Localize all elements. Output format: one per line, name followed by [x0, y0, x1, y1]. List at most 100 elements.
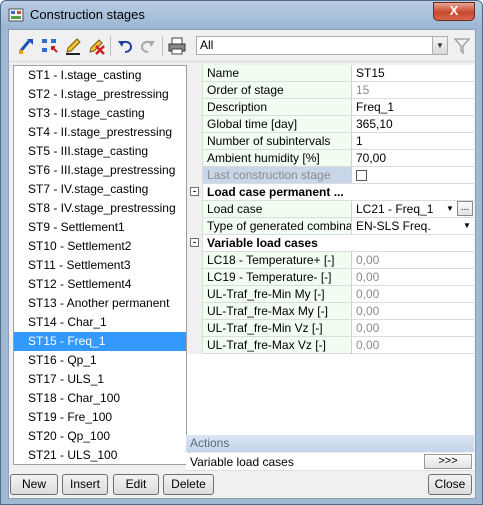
property-row-variable[interactable]: LC18 - Temperature+ [-] 0,00	[187, 252, 474, 269]
row-margin	[187, 286, 203, 303]
stage-list-item[interactable]: ST6 - III.stage_prestressing	[14, 161, 189, 180]
variable-coefficient[interactable]: 0,00	[352, 320, 474, 336]
property-row-load-case[interactable]: Load case LC21 - Freq_1 ▼ ...	[187, 201, 474, 218]
stage-list-item[interactable]: ST10 - Settlement2	[14, 237, 189, 256]
property-label: Last construction stage	[203, 167, 352, 183]
stage-list-item[interactable]: ST16 - Qp_1	[14, 351, 189, 370]
row-margin	[187, 82, 203, 99]
stage-list-item[interactable]: ST5 - III.stage_casting	[14, 142, 189, 161]
row-margin	[187, 201, 203, 218]
chevron-down-icon[interactable]: ▼	[444, 202, 456, 216]
new-button[interactable]: New	[10, 474, 58, 495]
stage-list-item[interactable]: ST18 - Char_100	[14, 389, 189, 408]
property-label: Order of stage	[203, 82, 352, 98]
delete-button[interactable]: Delete	[163, 474, 214, 495]
filter-dropdown[interactable]: All ▼	[196, 36, 448, 55]
chevron-down-icon[interactable]: ▼	[432, 37, 447, 54]
variable-coefficient[interactable]: 0,00	[352, 286, 474, 302]
property-row-subintervals[interactable]: Number of subintervals 1	[187, 133, 474, 150]
property-row-variable[interactable]: UL-Traf_fre-Max Vz [-] 0,00	[187, 337, 474, 354]
window-close-button[interactable]: X	[433, 2, 475, 21]
generated-type-dropdown[interactable]: EN-SLS Freq. ▼	[352, 218, 474, 234]
stage-list-item[interactable]: ST13 - Another permanent	[14, 294, 189, 313]
property-row-variable[interactable]: LC19 - Temperature- [-] 0,00	[187, 269, 474, 286]
filter-funnel-icon[interactable]	[453, 36, 471, 56]
last-stage-value[interactable]	[352, 167, 474, 183]
print-icon[interactable]	[167, 36, 187, 56]
property-label: Name	[203, 65, 352, 81]
variable-coefficient[interactable]: 0,00	[352, 303, 474, 319]
group-label: Load case permanent ...	[203, 184, 473, 200]
property-row-variable[interactable]: UL-Traf_fre-Min My [-] 0,00	[187, 286, 474, 303]
stage-list[interactable]: ST1 - I.stage_casting ST2 - I.stage_prest…	[13, 65, 190, 465]
property-row-last-stage[interactable]: Last construction stage	[187, 167, 474, 184]
collapse-icon[interactable]: -	[190, 238, 199, 247]
load-case-dropdown[interactable]: LC21 - Freq_1 ▼ ...	[352, 201, 474, 217]
property-row-description[interactable]: Description Freq_1	[187, 99, 474, 116]
last-stage-checkbox[interactable]	[356, 170, 367, 181]
stage-list-item[interactable]: ST7 - IV.stage_casting	[14, 180, 189, 199]
stage-list-item[interactable]: ST15 - Freq_1	[14, 332, 189, 351]
row-margin	[187, 269, 203, 286]
row-margin	[187, 65, 203, 82]
toolbar-separator	[110, 36, 111, 56]
edit-pencil-icon[interactable]	[63, 36, 83, 56]
stage-list-item[interactable]: ST4 - II.stage_prestressing	[14, 123, 189, 142]
stage-list-item[interactable]: ST20 - Qp_100	[14, 427, 189, 446]
global-time-value[interactable]: 365,10	[352, 116, 474, 132]
stage-list-item[interactable]: ST17 - ULS_1	[14, 370, 189, 389]
stage-list-item[interactable]: ST12 - Settlement4	[14, 275, 189, 294]
variable-load-cases-button[interactable]: >>>	[424, 454, 472, 469]
name-value[interactable]: ST15	[352, 65, 474, 81]
row-margin	[187, 167, 203, 184]
variable-coefficient[interactable]: 0,00	[352, 269, 474, 285]
property-row-name[interactable]: Name ST15	[187, 65, 474, 82]
select-pointer-icon[interactable]	[17, 36, 37, 56]
property-row-generated-type[interactable]: Type of generated combina... EN-SLS Freq…	[187, 218, 474, 235]
stage-list-item[interactable]: ST9 - Settlement1	[14, 218, 189, 237]
actions-row-label: Variable load cases	[190, 455, 294, 469]
row-margin: -	[187, 235, 203, 252]
group-variable-load-cases[interactable]: - Variable load cases	[187, 235, 474, 252]
property-row-global-time[interactable]: Global time [day] 365,10	[187, 116, 474, 133]
close-button[interactable]: Close	[428, 474, 472, 495]
load-case-browse-button[interactable]: ...	[457, 201, 473, 216]
delete-icon[interactable]	[86, 36, 106, 56]
chevron-down-icon[interactable]: ▼	[461, 219, 473, 233]
stage-list-item[interactable]: ST8 - IV.stage_prestressing	[14, 199, 189, 218]
stage-list-item[interactable]: ST14 - Char_1	[14, 313, 189, 332]
stage-list-item[interactable]: ST11 - Settlement3	[14, 256, 189, 275]
property-label: Number of subintervals	[203, 133, 352, 149]
property-label: LC18 - Temperature+ [-]	[203, 252, 352, 268]
humidity-value[interactable]: 70,00	[352, 150, 474, 166]
property-label: LC19 - Temperature- [-]	[203, 269, 352, 285]
insert-button[interactable]: Insert	[62, 474, 108, 495]
property-label: UL-Traf_fre-Max My [-]	[203, 303, 352, 319]
property-row-variable[interactable]: UL-Traf_fre-Min Vz [-] 0,00	[187, 320, 474, 337]
actions-row: Variable load cases >>>	[186, 453, 474, 471]
stage-list-item[interactable]: ST21 - ULS_100	[14, 446, 189, 464]
undo-icon[interactable]	[115, 36, 135, 56]
property-row-humidity[interactable]: Ambient humidity [%] 70,00	[187, 150, 474, 167]
property-row-variable[interactable]: UL-Traf_fre-Max My [-] 0,00	[187, 303, 474, 320]
stage-list-item[interactable]: ST19 - Fre_100	[14, 408, 189, 427]
variable-coefficient[interactable]: 0,00	[352, 337, 474, 353]
edit-button[interactable]: Edit	[113, 474, 159, 495]
load-case-value: LC21 - Freq_1	[356, 202, 434, 216]
stage-list-item[interactable]: ST2 - I.stage_prestressing	[14, 85, 189, 104]
select-multiple-icon[interactable]	[40, 36, 60, 56]
toolbar: All ▼	[9, 30, 475, 62]
title-bar: Construction stages X	[1, 1, 482, 29]
property-label: UL-Traf_fre-Min Vz [-]	[203, 320, 352, 336]
stage-list-item[interactable]: ST1 - I.stage_casting	[14, 66, 189, 85]
row-margin	[187, 320, 203, 337]
variable-coefficient[interactable]: 0,00	[352, 252, 474, 268]
subintervals-value[interactable]: 1	[352, 133, 474, 149]
row-margin	[187, 150, 203, 167]
redo-icon[interactable]	[138, 36, 158, 56]
dialog-client: All ▼ ST1 - I.stage_casting ST2 - I.stage…	[8, 29, 476, 499]
collapse-icon[interactable]: -	[190, 187, 199, 196]
group-load-case-permanent[interactable]: - Load case permanent ...	[187, 184, 474, 201]
description-value[interactable]: Freq_1	[352, 99, 474, 115]
stage-list-item[interactable]: ST3 - II.stage_casting	[14, 104, 189, 123]
